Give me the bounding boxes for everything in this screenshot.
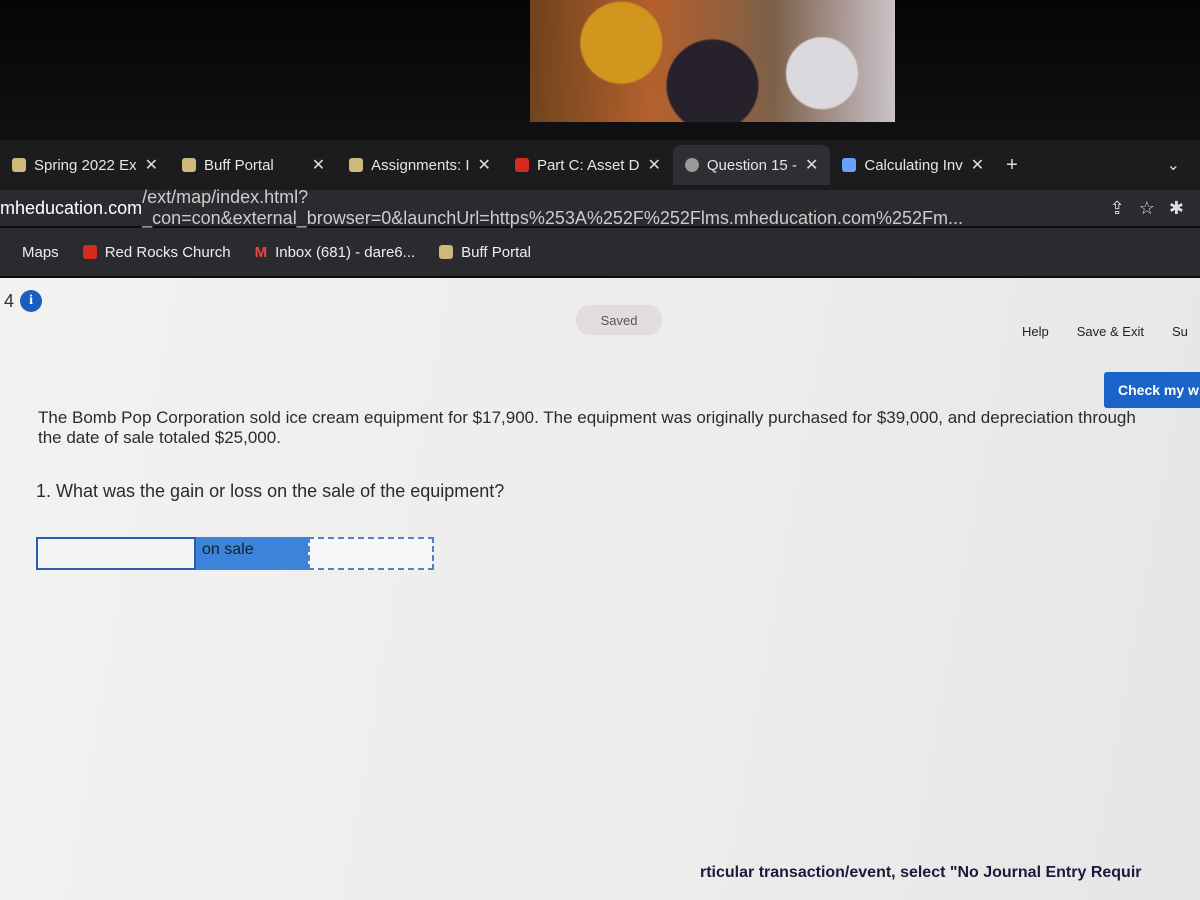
close-icon[interactable]: ✕ xyxy=(971,155,984,175)
help-link[interactable]: Help xyxy=(1022,324,1049,339)
bookmark-red-rocks[interactable]: Red Rocks Church xyxy=(82,243,231,261)
close-icon[interactable]: ✕ xyxy=(145,155,158,175)
red-rocks-icon xyxy=(82,245,97,259)
bookmark-inbox[interactable]: M Inbox (681) - dare6... xyxy=(255,244,416,261)
tab-label: Buff Portal xyxy=(203,156,274,174)
tab-buff-portal[interactable]: Buff Portal ✕ xyxy=(170,145,337,185)
bookmark-label: Buff Portal xyxy=(461,243,531,261)
mcgraw-hill-icon xyxy=(514,158,529,172)
bookmark-maps[interactable]: Maps xyxy=(22,244,59,261)
tab-strip: Spring 2022 Ex ✕ Buff Portal ✕ Assignments… xyxy=(0,140,1200,190)
tab-label: Assignments: I xyxy=(371,156,470,174)
tab-label: Part C: Asset D xyxy=(536,156,640,174)
bookmark-buff-portal[interactable]: Buff Portal xyxy=(439,244,531,261)
amount-input[interactable] xyxy=(308,537,434,570)
bookmark-label: Maps xyxy=(22,243,59,261)
tab-spring-2022[interactable]: Spring 2022 Ex ✕ xyxy=(0,145,170,185)
question-number: 4 xyxy=(4,290,15,311)
globe-icon xyxy=(684,158,699,172)
problem-text: The Bomb Pop Corporation sold ice cream … xyxy=(38,408,1136,447)
save-exit-link[interactable]: Save & Exit xyxy=(1077,324,1144,339)
address-bar[interactable]: mheducation.com/ext/map/index.html?_con=… xyxy=(0,187,1200,228)
close-icon[interactable]: ✕ xyxy=(805,155,818,175)
cu-logo-icon xyxy=(12,158,26,172)
bookmark-label: Inbox (681) - dare6... xyxy=(275,243,416,261)
gmail-icon: M xyxy=(254,243,268,261)
saved-badge: Saved xyxy=(576,305,662,335)
chevron-down-icon[interactable]: ⌄ xyxy=(1167,155,1180,175)
new-tab-plus-icon[interactable]: + xyxy=(1006,154,1018,177)
tab-label: Question 15 - xyxy=(706,156,797,174)
answer-row: on sale xyxy=(36,537,434,570)
url-host: mheducation.com xyxy=(0,197,143,218)
cu-logo-icon xyxy=(439,245,454,259)
background-tv xyxy=(0,0,1200,140)
tv-image xyxy=(530,0,895,122)
page-content: 4i Saved Help Save & Exit Su Check my w Th… xyxy=(0,278,1200,900)
bookmarks-bar: Maps Red Rocks Church M Inbox (681) - dar… xyxy=(0,228,1200,276)
check-my-work-button[interactable]: Check my w xyxy=(1104,372,1200,408)
cu-logo-icon xyxy=(349,158,364,172)
tab-calculating[interactable]: Calculating Inv ✕ xyxy=(830,145,996,185)
close-icon[interactable]: ✕ xyxy=(478,155,491,175)
calc-icon xyxy=(842,158,857,172)
tab-label: Spring 2022 Ex xyxy=(34,156,137,174)
on-sale-label: on sale xyxy=(196,537,308,570)
tab-assignments[interactable]: Assignments: I ✕ xyxy=(337,145,503,185)
info-icon[interactable]: i xyxy=(20,290,43,312)
url-path: /ext/map/index.html?_con=con&external_br… xyxy=(142,187,964,228)
instruction-text: rticular transaction/event, select "No J… xyxy=(700,864,1142,881)
close-icon[interactable]: ✕ xyxy=(312,155,325,175)
share-icon[interactable]: ⇪ xyxy=(1110,198,1125,219)
tab-label: Calculating Inv xyxy=(864,156,963,174)
star-icon[interactable]: ☆ xyxy=(1139,198,1155,219)
extensions-icon[interactable]: ✱ xyxy=(1169,198,1184,219)
tab-question-15[interactable]: Question 15 - ✕ xyxy=(672,145,831,185)
bookmark-label: Red Rocks Church xyxy=(104,243,231,261)
cu-logo-icon xyxy=(181,158,196,172)
submit-link[interactable]: Su xyxy=(1172,324,1188,339)
tab-part-c[interactable]: Part C: Asset D ✕ xyxy=(503,145,673,185)
gain-loss-select[interactable] xyxy=(36,537,196,570)
question-text: 1. What was the gain or loss on the sale… xyxy=(36,481,505,501)
close-icon[interactable]: ✕ xyxy=(647,155,660,175)
